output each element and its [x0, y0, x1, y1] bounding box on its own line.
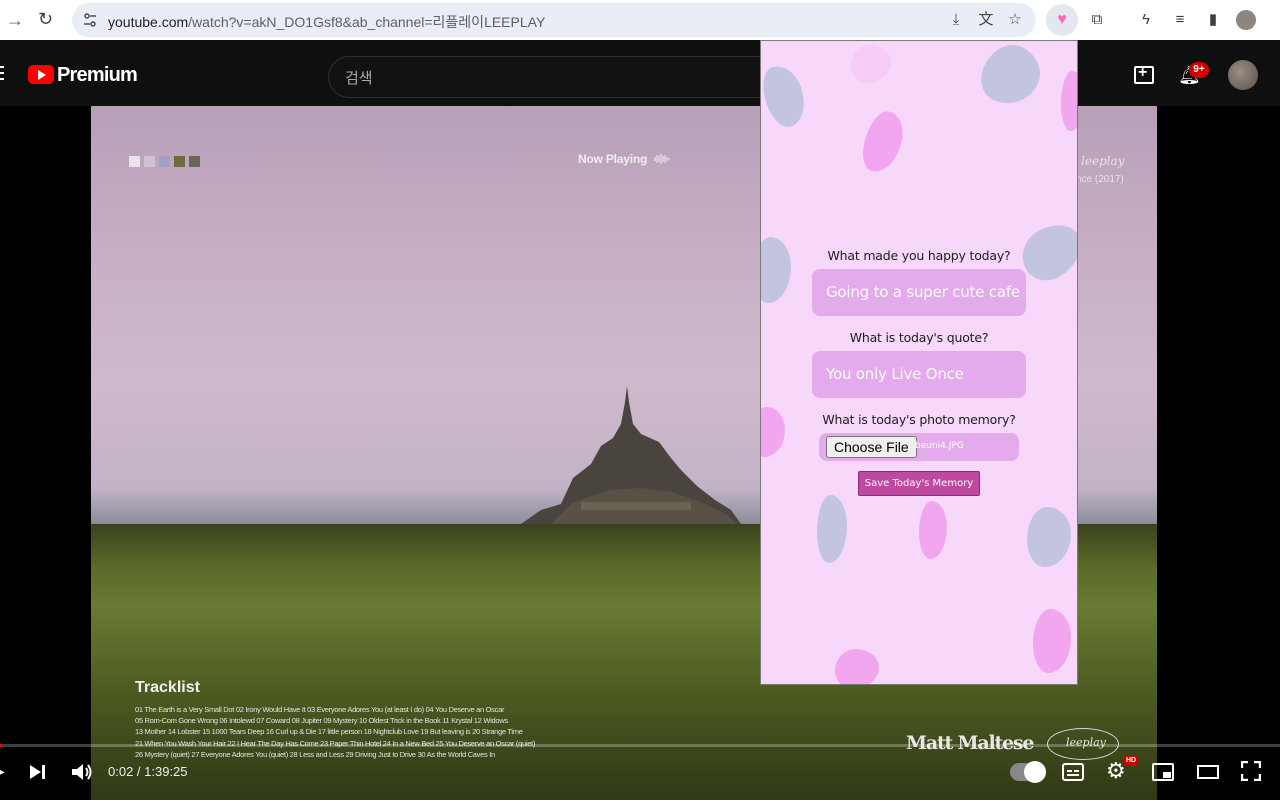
- happy-answer-text: Going to a super cute cafe: [826, 283, 1020, 301]
- browser-profile-avatar[interactable]: [1236, 10, 1256, 30]
- search-placeholder: 검색: [345, 70, 373, 87]
- leeplay-logo-text: leeplay: [1066, 736, 1106, 749]
- create-video-icon[interactable]: [1134, 64, 1154, 84]
- happy-answer-field[interactable]: Going to a super cute cafe: [812, 269, 1026, 316]
- swatch: [174, 156, 185, 167]
- settings-gear-icon[interactable]: ⚙: [1106, 758, 1126, 784]
- now-playing-label: Now Playing: [578, 152, 648, 166]
- photo-file-input: Choose File beuni4.JPG: [819, 433, 1019, 461]
- install-app-icon[interactable]: ⤓: [947, 11, 965, 29]
- tracklist-line: 13 Mother 14 Lobster 15 1000 Tears Deep …: [135, 727, 523, 737]
- swatch: [189, 156, 200, 167]
- hd-badge: HD: [1124, 756, 1139, 766]
- decorative-blob: [835, 649, 879, 684]
- progress-bar[interactable]: [0, 744, 1280, 747]
- album-year-text: nce (2017): [1076, 174, 1124, 185]
- sound-wave-icon: [654, 154, 670, 164]
- theater-mode-icon[interactable]: [1197, 764, 1219, 780]
- youtube-header: Premium 검색 🔔︎ 9+: [0, 46, 1280, 106]
- forward-arrow-icon[interactable]: →: [6, 10, 24, 30]
- extensions-puzzle-icon[interactable]: ⧉: [1087, 10, 1107, 30]
- fullscreen-icon[interactable]: [1241, 761, 1261, 781]
- miniplayer-icon[interactable]: [1152, 762, 1174, 782]
- choose-file-button[interactable]: Choose File: [826, 436, 917, 458]
- quote-answer-field[interactable]: You only Live Once: [812, 351, 1026, 398]
- tracklist-title: Tracklist: [135, 679, 200, 696]
- media-queue-icon[interactable]: ≡: [1170, 10, 1190, 30]
- quote-question-label: What is today's quote?: [849, 330, 989, 345]
- premium-logo-text[interactable]: Premium: [57, 64, 138, 87]
- decorative-blob: [919, 501, 947, 559]
- autoplay-toggle[interactable]: [1010, 761, 1046, 783]
- tracklist-line: 01 The Earth is a Very Small Dot 02 Iron…: [135, 705, 505, 714]
- hamburger-menu-icon[interactable]: [0, 66, 4, 82]
- address-bar[interactable]: youtube.com/watch?v=akN_DO1Gsf8&ab_chann…: [72, 3, 1036, 37]
- swatch: [129, 156, 140, 167]
- decorative-blob: [851, 45, 891, 83]
- translate-icon[interactable]: 文: [977, 11, 995, 29]
- notification-count-badge: 9+: [1189, 62, 1209, 78]
- url-text: youtube.com/watch?v=akN_DO1Gsf8&ab_chann…: [108, 14, 546, 30]
- site-info-icon[interactable]: [82, 12, 98, 28]
- side-panel-icon[interactable]: ▮: [1203, 10, 1223, 30]
- memory-journal-popup: What made you happy today? Going to a su…: [760, 40, 1078, 685]
- volume-icon[interactable]: [71, 762, 93, 782]
- reload-icon[interactable]: ↻: [38, 8, 60, 30]
- decorative-blob: [1061, 71, 1077, 131]
- time-display: 0:02 / 1:39:25: [108, 764, 188, 779]
- swatch: [144, 156, 155, 167]
- happy-question-label: What made you happy today?: [827, 248, 1011, 263]
- decorative-blob: [761, 237, 791, 303]
- play-icon[interactable]: ▶: [0, 763, 5, 780]
- browser-toolbar: → ↻ youtube.com/watch?v=akN_DO1Gsf8&ab_c…: [0, 0, 1280, 40]
- tracklist: 01 The Earth is a Very Small Dot 02 Iron…: [135, 704, 605, 760]
- bookmark-star-icon[interactable]: ☆: [1006, 11, 1024, 29]
- color-swatches: [129, 154, 204, 167]
- progress-fill: [0, 744, 2, 747]
- decorative-blob: [1033, 609, 1071, 673]
- artist-name: Matt Maltese: [906, 732, 1035, 754]
- next-track-icon[interactable]: [28, 763, 46, 781]
- decorative-blob: [857, 107, 909, 177]
- swatch: [159, 156, 170, 167]
- decorative-blob: [761, 60, 813, 132]
- decorative-blob: [817, 495, 847, 563]
- performance-icon[interactable]: ϟ: [1136, 10, 1156, 30]
- mont-saint-michel-silhouette: [521, 386, 741, 524]
- decorative-blob: [972, 41, 1050, 115]
- tracklist-line: 26 Mystery (quiet) 27 Everyone Adores Yo…: [135, 749, 495, 759]
- save-memory-button[interactable]: Save Today's Memory: [858, 471, 980, 496]
- photo-question-label: What is today's photo memory?: [822, 412, 1016, 427]
- heart-extension-icon[interactable]: ♥: [1046, 4, 1078, 36]
- subtitles-icon[interactable]: [1062, 762, 1084, 782]
- youtube-logo-icon[interactable]: [28, 65, 54, 84]
- account-avatar[interactable]: [1228, 60, 1258, 90]
- selected-file-name: beuni4.JPG: [915, 441, 964, 451]
- quote-answer-text: You only Live Once: [826, 365, 964, 383]
- tracklist-line: 05 Rom-Com Gone Wrong 06 Intolewd 07 Cow…: [135, 716, 508, 726]
- channel-script-text: leeplay: [1081, 154, 1125, 168]
- video-player[interactable]: Now Playing leeplay nce (2017) Tracklist…: [0, 106, 1280, 800]
- decorative-blob: [1027, 507, 1071, 567]
